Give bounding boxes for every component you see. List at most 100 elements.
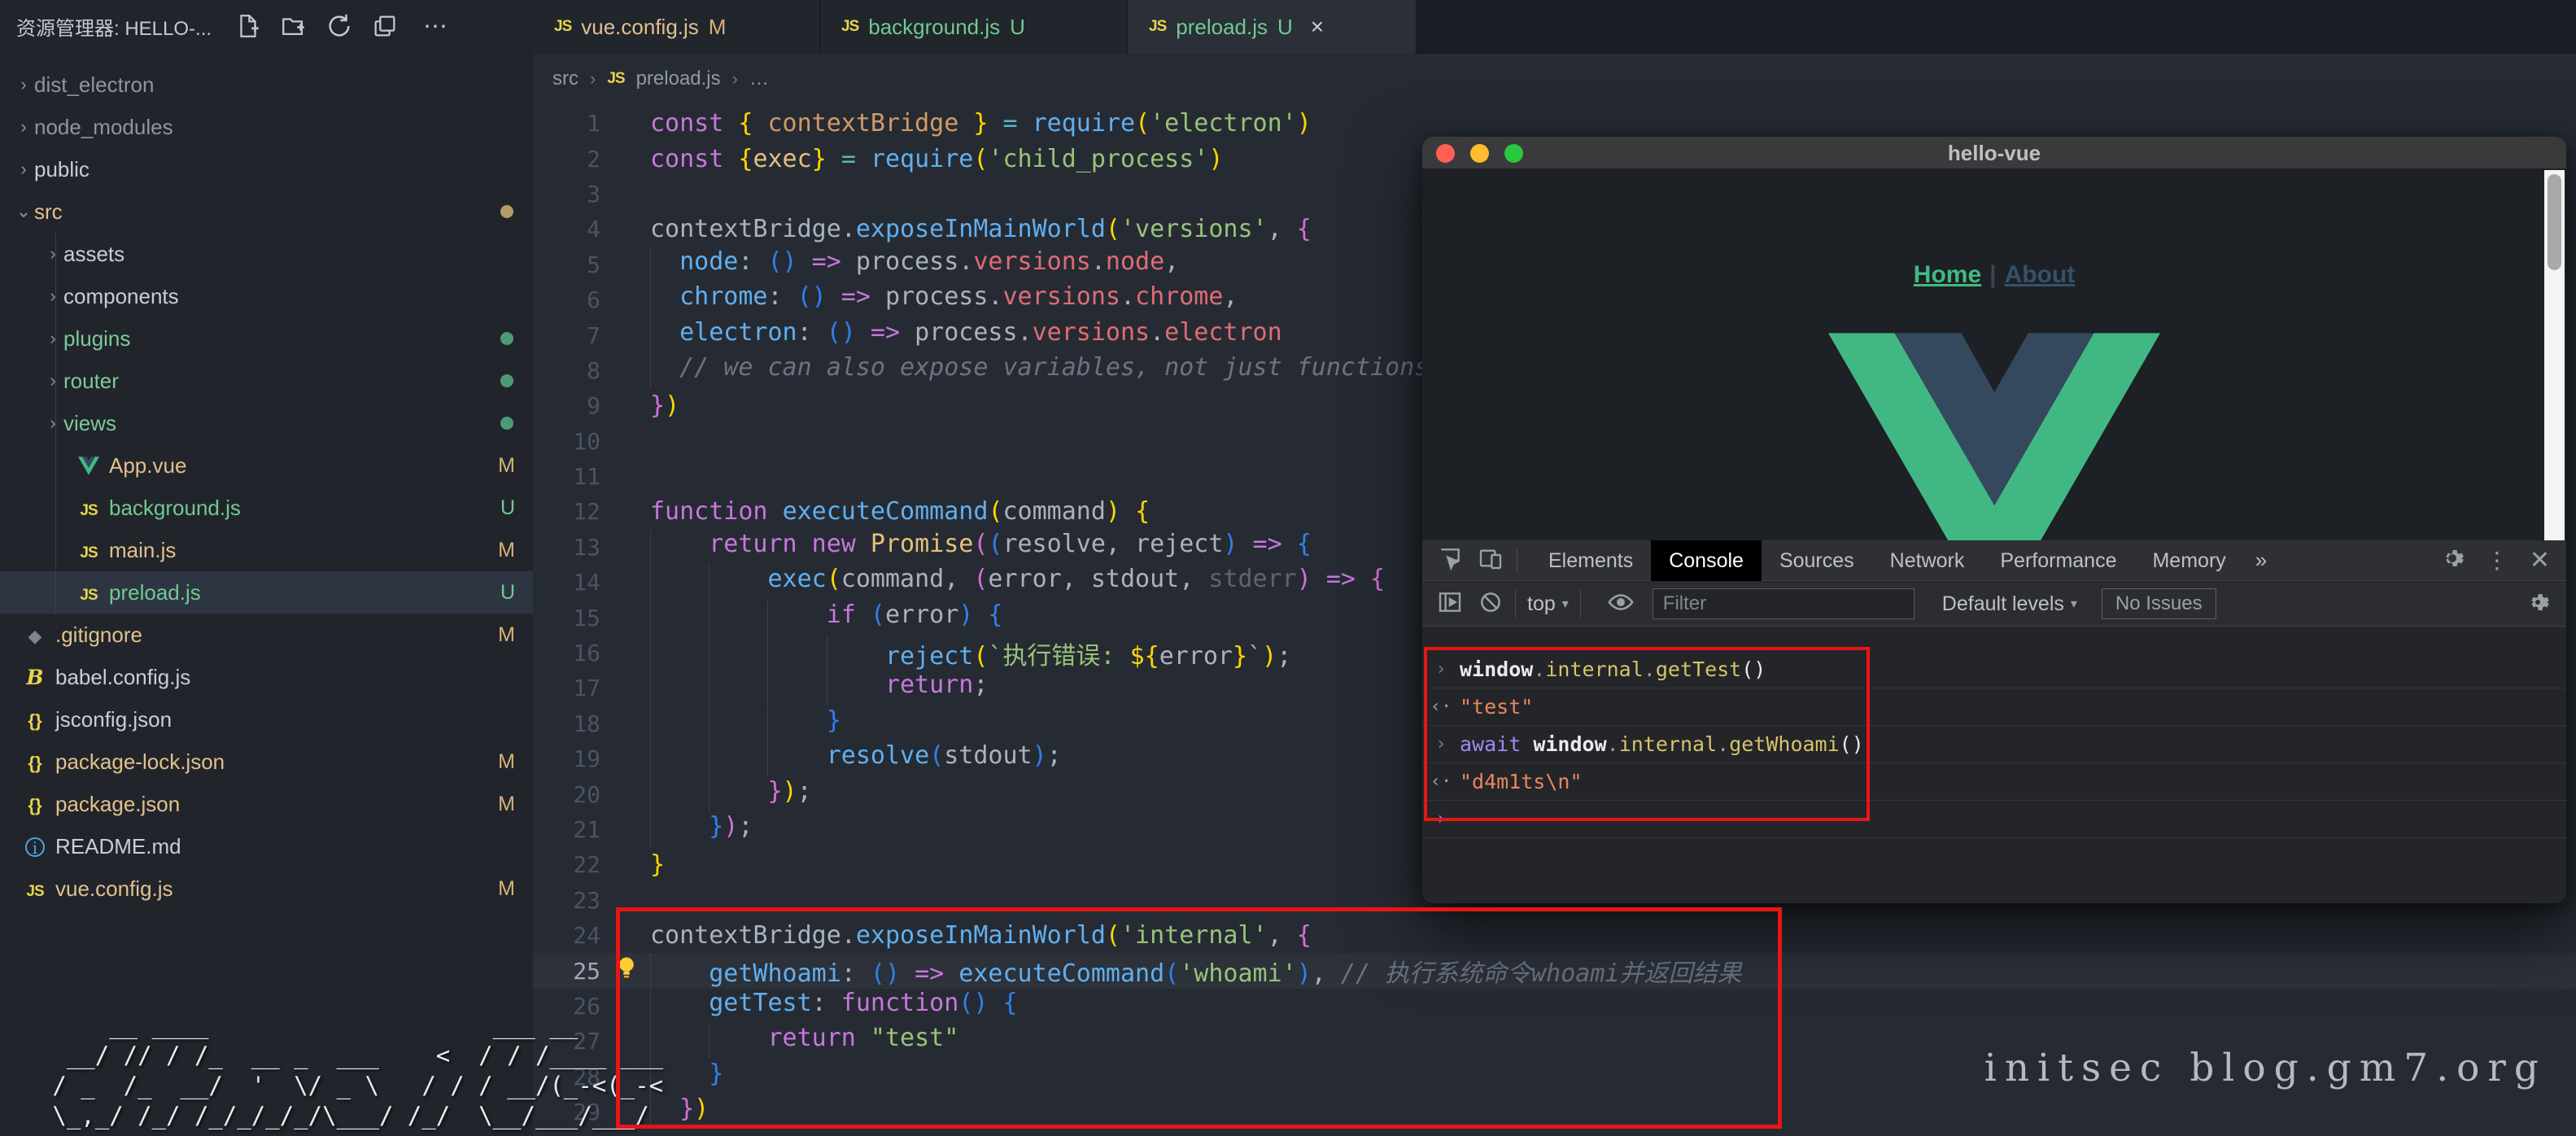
inspect-element-icon[interactable] xyxy=(1437,545,1463,575)
git-status-badge: M xyxy=(498,454,515,478)
scrollbar-thumb[interactable] xyxy=(2548,174,2561,270)
sidebar-item-main-js[interactable]: JSmain.jsM xyxy=(0,529,533,571)
more-tabs-icon[interactable]: » xyxy=(2244,548,2278,573)
sidebar-item-background-js[interactable]: JSbackground.jsU xyxy=(0,487,533,529)
js-file-icon: JS xyxy=(80,502,97,519)
about-link[interactable]: About xyxy=(2005,261,2076,288)
sidebar-item-public[interactable]: ›public xyxy=(0,148,533,190)
line-number: 9 xyxy=(533,392,602,419)
token xyxy=(1282,215,1297,243)
breadcrumb-segment[interactable]: … xyxy=(749,68,769,90)
sidebar-item-jsconfig-json[interactable]: {}jsconfig.json xyxy=(0,698,533,741)
sidebar-item--gitignore[interactable]: ◆.gitignoreM xyxy=(0,614,533,656)
sidebar-item-vue-config-js[interactable]: JSvue.config.jsM xyxy=(0,867,533,910)
git-status-badge: U xyxy=(1010,15,1025,40)
more-actions-icon[interactable]: ⋯ xyxy=(423,12,449,41)
line-number: 14 xyxy=(533,569,602,596)
live-expression-eye-icon[interactable] xyxy=(1607,588,1635,620)
sidebar-item-package-json[interactable]: {}package.jsonM xyxy=(0,783,533,825)
console-entry-cmd[interactable]: ›window.internal.getTest() xyxy=(1422,651,2566,688)
sidebar-item-plugins[interactable]: ›plugins xyxy=(0,317,533,360)
devtools-menu-icon[interactable]: ⋮ xyxy=(2486,547,2508,574)
indent-guide xyxy=(650,318,679,353)
tab-preload-js[interactable]: JSpreload.jsU× xyxy=(1128,0,1417,54)
file-tree: ›dist_electron›node_modules›public⌄src›a… xyxy=(0,63,533,910)
token: getTest xyxy=(709,989,811,1017)
token: . xyxy=(1533,658,1545,681)
token: . xyxy=(1717,732,1729,756)
devtools-tab-performance[interactable]: Performance xyxy=(1982,540,2134,581)
new-folder-icon[interactable] xyxy=(280,12,308,40)
devtools-tab-sources[interactable]: Sources xyxy=(1762,540,1872,581)
devtools-tab-elements[interactable]: Elements xyxy=(1530,540,1651,581)
device-toolbar-icon[interactable] xyxy=(1478,545,1504,575)
sidebar-item-dist-electron[interactable]: ›dist_electron xyxy=(0,63,533,106)
token: contextBridge xyxy=(650,921,841,950)
sidebar-item-components[interactable]: ›components xyxy=(0,275,533,317)
console-entry-res[interactable]: ‹·"d4m1ts\n" xyxy=(1422,763,2566,801)
console-sidebar-icon[interactable] xyxy=(1437,589,1463,619)
sidebar-item-src[interactable]: ⌄src xyxy=(0,190,533,233)
code-text: getTest: function() { xyxy=(650,989,2576,1024)
sidebar-item-app-vue[interactable]: App.vueM xyxy=(0,444,533,487)
code-line-1[interactable]: 1const { contextBridge } = require('elec… xyxy=(533,106,2576,141)
sidebar-item-views[interactable]: ›views xyxy=(0,402,533,444)
new-file-icon[interactable] xyxy=(234,12,262,40)
token xyxy=(768,497,783,526)
app-titlebar[interactable]: hello-vue xyxy=(1422,137,2566,169)
console-log[interactable]: ›window.internal.getTest()‹·"test"›await… xyxy=(1422,651,2566,903)
sidebar-item-package-lock-json[interactable]: {}package-lock.jsonM xyxy=(0,741,533,783)
file-label: router xyxy=(63,369,119,394)
code-line-29[interactable]: 29}) xyxy=(533,1094,2576,1129)
console-filter-input[interactable] xyxy=(1653,588,1915,619)
indent-guide xyxy=(709,671,767,706)
token: window xyxy=(1533,732,1606,756)
json-file-icon: {} xyxy=(28,753,41,773)
sidebar-item-node-modules[interactable]: ›node_modules xyxy=(0,106,533,148)
breadcrumb-segment[interactable]: preload.js xyxy=(636,68,721,90)
token: node xyxy=(679,247,738,276)
context-selector[interactable]: top xyxy=(1527,592,1556,616)
token: 'child_process' xyxy=(988,145,1208,173)
devtools-close-icon[interactable]: ✕ xyxy=(2530,546,2550,575)
token: ) xyxy=(1223,530,1238,558)
token: } xyxy=(767,777,782,806)
devtools-tab-memory[interactable]: Memory xyxy=(2134,540,2243,581)
close-icon[interactable]: × xyxy=(1311,14,1324,40)
code-line-25[interactable]: 25getWhoami: () => executeCommand('whoam… xyxy=(533,953,2576,988)
indent-guide xyxy=(827,636,885,671)
console-entry-active[interactable]: › xyxy=(1422,801,2566,838)
tab-background-js[interactable]: JSbackground.jsU xyxy=(820,0,1128,54)
clear-console-icon[interactable] xyxy=(1478,589,1504,619)
sidebar-item-preload-js[interactable]: JSpreload.jsU xyxy=(0,571,533,614)
breadcrumb-segment[interactable]: src xyxy=(552,68,579,90)
breadcrumb[interactable]: src›JSpreload.js›… xyxy=(533,54,2576,104)
code-line-24[interactable]: 24contextBridge.exposeInMainWorld('inter… xyxy=(533,918,2576,953)
console-entry-res[interactable]: ‹·"test" xyxy=(1422,688,2566,726)
tab-label: preload.js xyxy=(1176,15,1268,40)
devtools-tab-console[interactable]: Console xyxy=(1651,540,1762,581)
sidebar-item-readme-md[interactable]: iREADME.md xyxy=(0,825,533,867)
token xyxy=(1282,530,1297,558)
sidebar-item-babel-config-js[interactable]: Bbabel.config.js xyxy=(0,656,533,698)
console-entry-cmd[interactable]: ›await window.internal.getWhoami() xyxy=(1422,726,2566,763)
token: resolve xyxy=(827,741,929,770)
sidebar-item-assets[interactable]: ›assets xyxy=(0,233,533,275)
console-settings-icon[interactable] xyxy=(2526,590,2550,618)
no-issues-button[interactable]: No Issues xyxy=(2102,588,2216,619)
file-label: README.md xyxy=(55,834,181,859)
home-link[interactable]: Home xyxy=(1914,261,1981,288)
devtools-settings-icon[interactable] xyxy=(2440,546,2465,575)
collapse-folders-icon[interactable] xyxy=(371,12,399,40)
tab-vue-config-js[interactable]: JSvue.config.jsM xyxy=(533,0,820,54)
devtools-tab-network[interactable]: Network xyxy=(1872,540,1983,581)
lightbulb-icon[interactable] xyxy=(602,955,650,986)
token: function xyxy=(650,497,768,526)
line-number: 11 xyxy=(533,463,602,490)
refresh-icon[interactable] xyxy=(325,12,353,40)
indent-guide xyxy=(709,601,767,636)
sidebar-item-router[interactable]: ›router xyxy=(0,360,533,402)
code-line-26[interactable]: 26getTest: function() { xyxy=(533,989,2576,1024)
page-scrollbar[interactable] xyxy=(2544,170,2565,540)
log-levels-selector[interactable]: Default levels xyxy=(1942,592,2064,616)
